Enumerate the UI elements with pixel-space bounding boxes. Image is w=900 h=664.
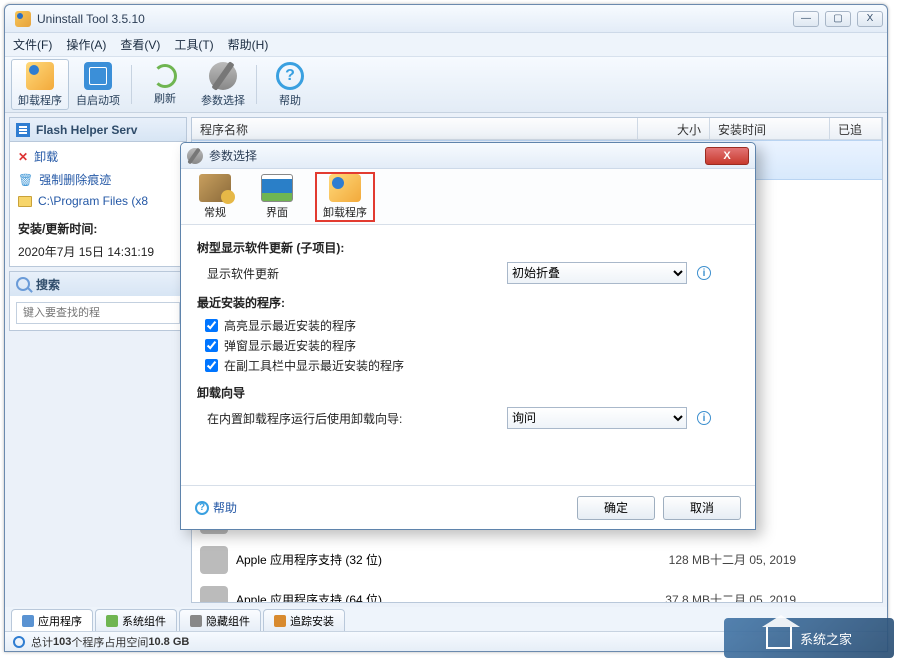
- label-wizard: 在内置卸载程序运行后使用卸载向导:: [197, 410, 507, 427]
- maximize-button[interactable]: ▢: [825, 11, 851, 27]
- dialog-close-button[interactable]: X: [705, 147, 749, 165]
- menu-tools[interactable]: 工具(T): [174, 36, 213, 53]
- col-size[interactable]: 大小: [638, 118, 710, 139]
- program-icon: [200, 546, 228, 574]
- trash-icon: 🗑: [18, 173, 33, 187]
- menu-action[interactable]: 操作(A): [66, 36, 106, 53]
- action-open-folder[interactable]: C:\Program Files (x8: [18, 194, 178, 208]
- menu-help[interactable]: 帮助(H): [228, 36, 269, 53]
- chk-toolbar-recent[interactable]: [205, 359, 218, 372]
- interface-icon: [261, 174, 293, 202]
- window-title: Uninstall Tool 3.5.10: [37, 12, 145, 26]
- search-input[interactable]: [16, 302, 180, 324]
- dialog-title: 参数选择: [209, 147, 257, 164]
- search-header: 搜索: [10, 272, 186, 296]
- col-name[interactable]: 程序名称: [192, 118, 638, 139]
- house-icon: [766, 627, 792, 649]
- disk-icon: [13, 636, 25, 648]
- install-time-label: 安装/更新时间:: [18, 220, 178, 237]
- watermark: 系统之家: [724, 618, 894, 658]
- app-icon: [15, 11, 31, 27]
- details-header: Flash Helper Serv: [10, 118, 186, 142]
- table-row[interactable]: Apple 应用程序支持 (32 位)128 MB十二月 05, 2019: [192, 540, 882, 580]
- tab-interface[interactable]: 界面: [253, 172, 301, 222]
- toolbar: 卸载程序 自启动项 刷新 参数选择 ?帮助: [5, 57, 887, 113]
- tab-applications[interactable]: 应用程序: [11, 609, 93, 631]
- preferences-icon: [187, 148, 203, 164]
- folder-icon: [18, 196, 32, 207]
- app-list-icon: [16, 123, 30, 137]
- program-icon: [200, 586, 228, 603]
- search-icon: [16, 277, 30, 291]
- uninstaller-icon: [329, 174, 361, 202]
- preferences-icon: [209, 62, 237, 90]
- section-tree-updates: 树型显示软件更新 (子项目):: [197, 239, 739, 256]
- x-icon: ✕: [18, 150, 28, 164]
- select-show-updates[interactable]: 初始折叠: [507, 262, 687, 284]
- menu-file[interactable]: 文件(F): [13, 36, 52, 53]
- tab-general[interactable]: 常规: [191, 172, 239, 222]
- install-time-value: 2020年7月 15日 14:31:19: [18, 243, 178, 260]
- refresh-icon: [153, 64, 177, 88]
- dialog-help-link[interactable]: ?帮助: [195, 499, 237, 516]
- chk-popup-recent[interactable]: [205, 339, 218, 352]
- ok-button[interactable]: 确定: [577, 496, 655, 520]
- action-force-remove[interactable]: 🗑强制删除痕迹: [18, 171, 178, 188]
- titlebar[interactable]: Uninstall Tool 3.5.10 — ▢ X: [5, 5, 887, 33]
- label-show-updates: 显示软件更新: [197, 265, 507, 282]
- chk-highlight-recent[interactable]: [205, 319, 218, 332]
- action-uninstall[interactable]: ✕卸载: [18, 148, 178, 165]
- menubar: 文件(F) 操作(A) 查看(V) 工具(T) 帮助(H): [5, 33, 887, 57]
- dialog-tabs: 常规 界面 卸载程序: [181, 169, 755, 225]
- dialog-titlebar[interactable]: 参数选择 X: [181, 143, 755, 169]
- minimize-button[interactable]: —: [793, 11, 819, 27]
- help-icon: ?: [195, 501, 209, 515]
- dialog-body: 树型显示软件更新 (子项目): 显示软件更新 初始折叠 i 最近安装的程序: 高…: [181, 225, 755, 449]
- list-header[interactable]: 程序名称 大小 安装时间 已追踪: [192, 118, 882, 140]
- hidden-icon: [190, 615, 202, 627]
- select-wizard[interactable]: 询问: [507, 407, 687, 429]
- toolbar-preferences[interactable]: 参数选择: [194, 59, 252, 110]
- tab-traced[interactable]: 追踪安装: [263, 609, 345, 631]
- apps-icon: [22, 615, 34, 627]
- col-tracked[interactable]: 已追踪: [830, 118, 882, 139]
- toolbar-separator: [256, 65, 257, 104]
- general-icon: [199, 174, 231, 202]
- toolbar-separator: [131, 65, 132, 104]
- tab-system[interactable]: 系统组件: [95, 609, 177, 631]
- table-row[interactable]: Apple 应用程序支持 (64 位)37.8 MB十二月 05, 2019: [192, 580, 882, 602]
- toolbar-refresh[interactable]: 刷新: [136, 59, 194, 110]
- preferences-dialog: 参数选择 X 常规 界面 卸载程序 树型显示软件更新 (子项目): 显示软件更新…: [180, 142, 756, 530]
- system-icon: [106, 615, 118, 627]
- startup-icon: [84, 62, 112, 90]
- cancel-button[interactable]: 取消: [663, 496, 741, 520]
- tab-uninstaller[interactable]: 卸载程序: [315, 172, 375, 222]
- toolbar-uninstaller[interactable]: 卸载程序: [11, 59, 69, 110]
- uninstaller-icon: [26, 62, 54, 90]
- menu-view[interactable]: 查看(V): [120, 36, 160, 53]
- help-icon: ?: [276, 62, 304, 90]
- search-panel: 搜索: [9, 271, 187, 331]
- tab-hidden[interactable]: 隐藏组件: [179, 609, 261, 631]
- info-icon[interactable]: i: [697, 266, 711, 280]
- dialog-footer: ?帮助 确定 取消: [181, 485, 755, 529]
- details-panel: Flash Helper Serv ✕卸载 🗑强制删除痕迹 C:\Program…: [9, 117, 187, 267]
- toolbar-help[interactable]: ?帮助: [261, 59, 319, 110]
- toolbar-startup[interactable]: 自启动项: [69, 59, 127, 110]
- info-icon[interactable]: i: [697, 411, 711, 425]
- close-button[interactable]: X: [857, 11, 883, 27]
- traced-icon: [274, 615, 286, 627]
- col-time[interactable]: 安装时间: [710, 118, 830, 139]
- section-recent: 最近安装的程序:: [197, 294, 739, 311]
- section-wizard: 卸载向导: [197, 384, 739, 401]
